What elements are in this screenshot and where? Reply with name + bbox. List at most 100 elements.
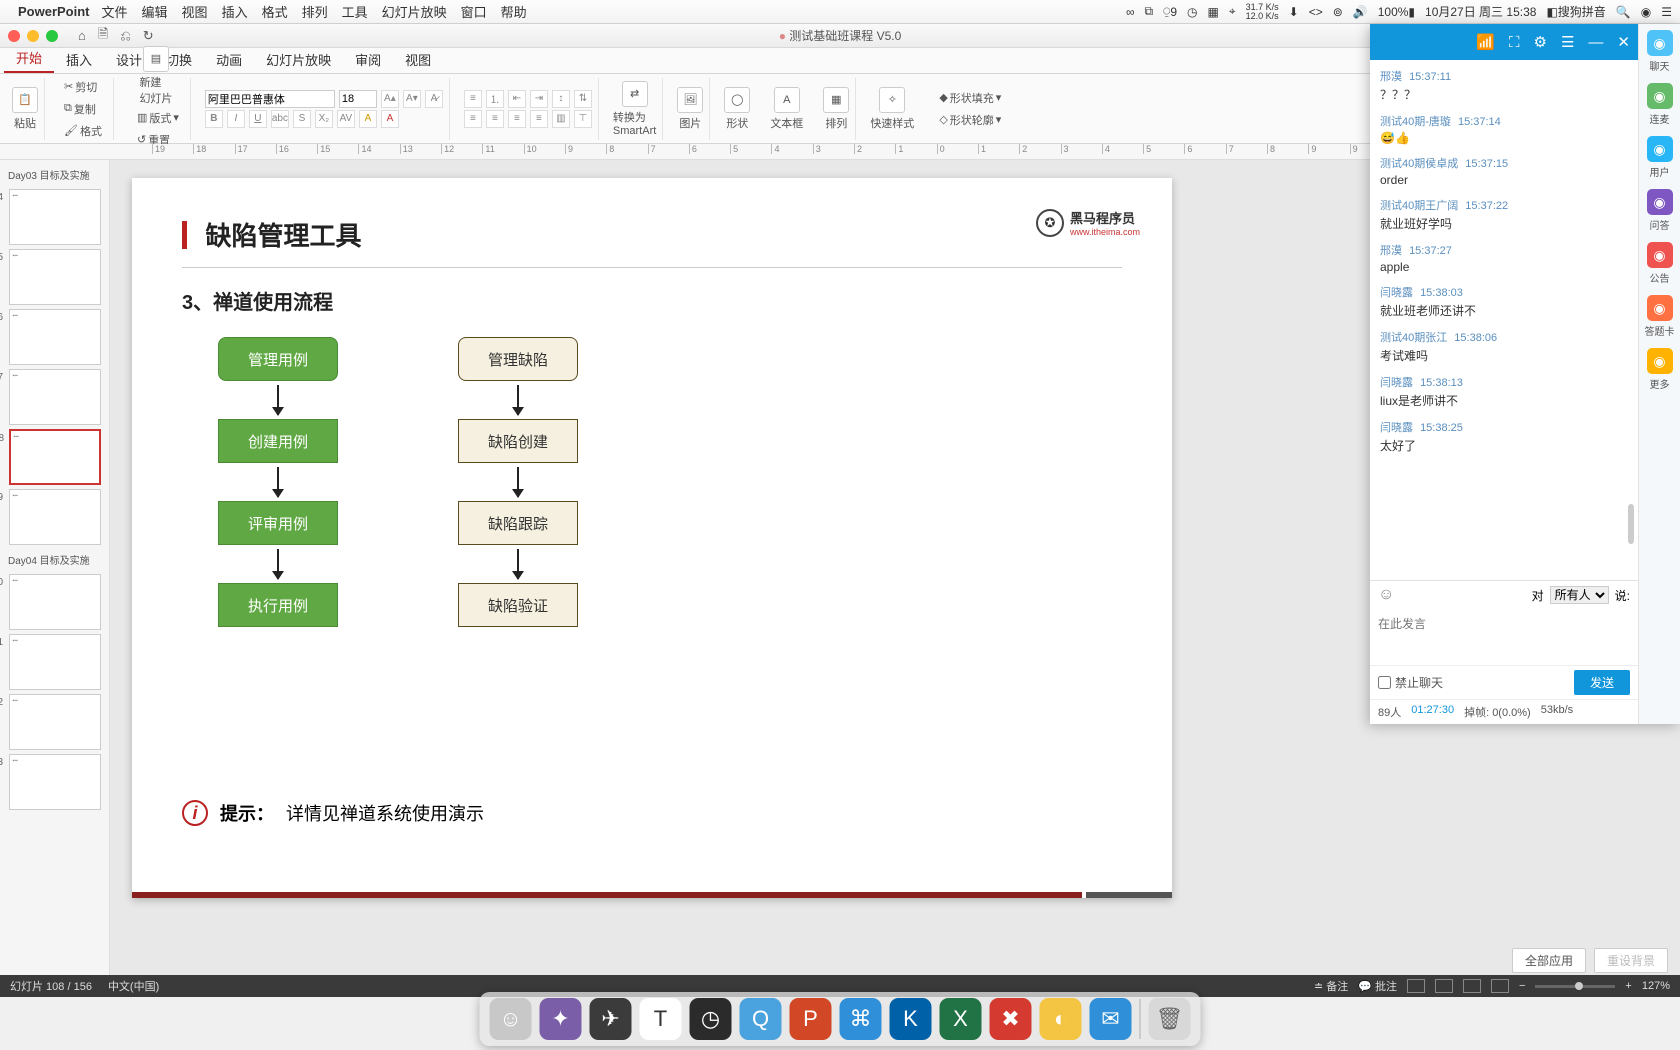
close-icon[interactable]: ✕ — [1617, 33, 1630, 51]
flow-left-1[interactable]: 创建用例 — [218, 419, 338, 463]
clock[interactable]: 10月27日 周三 15:38 — [1425, 3, 1536, 20]
increase-font-icon[interactable]: A▴ — [381, 90, 399, 108]
align-right-button[interactable]: ≡ — [508, 110, 526, 128]
control-center-icon[interactable]: ☰ — [1661, 5, 1672, 19]
qa-save-icon[interactable]: 🗎 — [98, 25, 108, 47]
picture-button[interactable]: 🖼图片 — [677, 87, 703, 131]
down-icon[interactable]: ⬇ — [1289, 5, 1299, 19]
infinity-icon[interactable]: ∞ — [1126, 5, 1135, 19]
quick-style-button[interactable]: ✧快速样式 — [870, 87, 914, 131]
textbox-button[interactable]: A文本框 — [770, 87, 803, 131]
flow-left-2[interactable]: 评审用例 — [218, 501, 338, 545]
spacing-button[interactable]: AV — [337, 110, 355, 128]
tab-home[interactable]: 开始 — [4, 44, 54, 73]
dock-app-4[interactable]: ◷ — [690, 998, 732, 1040]
underline-button[interactable]: U — [249, 110, 267, 128]
settings-icon[interactable]: ⚙ — [1534, 33, 1547, 51]
numbering-button[interactable]: ⒈ — [486, 90, 504, 108]
flow-left-0[interactable]: 管理用例 — [218, 337, 338, 381]
menu-view[interactable]: 视图 — [182, 2, 208, 21]
normal-view-icon[interactable] — [1407, 979, 1425, 993]
menu-window[interactable]: 窗口 — [461, 2, 487, 21]
qa-undo-icon[interactable]: ⎌ — [120, 28, 130, 44]
cut-button[interactable]: ✂ 剪切 — [59, 77, 107, 97]
dock-trash[interactable]: 🗑 — [1149, 998, 1191, 1040]
justify-button[interactable]: ≡ — [530, 110, 548, 128]
section-day03[interactable]: Day03 目标及实施 — [6, 164, 103, 185]
minimize-icon[interactable]: — — [1588, 34, 1603, 51]
zoom-value[interactable]: 127% — [1642, 980, 1670, 992]
chat-side-公告[interactable]: ◉公告 — [1647, 242, 1673, 285]
spotlight-icon[interactable]: 🔍 — [1616, 5, 1631, 19]
chat-input[interactable] — [1370, 609, 1638, 665]
volume-icon[interactable]: 🔊 — [1353, 5, 1368, 19]
font-select[interactable] — [205, 90, 335, 108]
section-day04[interactable]: Day04 目标及实施 — [6, 549, 103, 570]
highlight-button[interactable]: A — [359, 110, 377, 128]
slide-panel[interactable]: Day03 目标及实施 4▪▪▪5▪▪▪6▪▪▪7▪▪▪8▪▪▪9▪▪▪ Day… — [0, 160, 110, 975]
align-top-button[interactable]: ⊤ — [574, 110, 592, 128]
language-indicator[interactable]: 中文(中国) — [108, 978, 159, 994]
copy-button[interactable]: ⧉ 复制 — [59, 99, 107, 119]
dock-app-8[interactable]: K — [890, 998, 932, 1040]
outdent-button[interactable]: ⇤ — [508, 90, 526, 108]
signal-icon[interactable]: 📶 — [1476, 33, 1495, 51]
expand-icon[interactable]: ⛶ — [1509, 34, 1520, 51]
shape-fill-button[interactable]: ◆ 形状填充 ▾ — [934, 88, 1006, 108]
size-select[interactable] — [339, 90, 377, 108]
slide-thumb[interactable]: 0▪▪▪ — [9, 574, 101, 630]
chat-side-用户[interactable]: ◉用户 — [1647, 136, 1673, 179]
tab-view[interactable]: 视图 — [393, 46, 443, 73]
menu-file[interactable]: 文件 — [102, 2, 128, 21]
slide-thumb[interactable]: 4▪▪▪ — [9, 189, 101, 245]
slide-thumb[interactable]: 6▪▪▪ — [9, 309, 101, 365]
align-center-button[interactable]: ≡ — [486, 110, 504, 128]
menu-edit[interactable]: 编辑 — [142, 2, 168, 21]
q-icon[interactable]: ⍜ 9 — [1163, 4, 1177, 19]
flow-right-2[interactable]: 缺陷跟踪 — [458, 501, 578, 545]
chat-side-更多[interactable]: ◉更多 — [1647, 348, 1673, 391]
zoom-out-button[interactable]: − — [1519, 980, 1525, 992]
chat-side-问答[interactable]: ◉问答 — [1647, 189, 1673, 232]
emoji-icon[interactable]: ☺ — [1378, 586, 1394, 604]
send-button[interactable]: 发送 — [1574, 670, 1630, 695]
screen-icon[interactable]: ⧉ — [1145, 4, 1154, 19]
siri-icon[interactable]: ◉ — [1641, 5, 1651, 19]
menu-insert[interactable]: 插入 — [222, 2, 248, 21]
slideshow-view-icon[interactable] — [1491, 979, 1509, 993]
clear-format-icon[interactable]: A̷ — [425, 90, 443, 108]
compass-icon[interactable]: ⌖ — [1229, 4, 1236, 19]
subscript-button[interactable]: X₂ — [315, 110, 333, 128]
tab-review[interactable]: 审阅 — [343, 46, 393, 73]
italic-button[interactable]: I — [227, 110, 245, 128]
code-icon[interactable]: <> — [1309, 5, 1323, 19]
tab-slideshow[interactable]: 幻灯片放映 — [254, 46, 343, 73]
columns-button[interactable]: ▥ — [552, 110, 570, 128]
recipient-select[interactable]: 所有人 — [1550, 586, 1609, 604]
strike-button[interactable]: abc — [271, 110, 289, 128]
tab-animation[interactable]: 动画 — [204, 46, 254, 73]
dock-app-6[interactable]: P — [790, 998, 832, 1040]
dock-app-10[interactable]: ✖ — [990, 998, 1032, 1040]
notes-button[interactable]: ≐ 备注 — [1314, 978, 1348, 994]
format-painter-button[interactable]: 🖌 格式 — [59, 121, 107, 141]
chat-messages[interactable]: 邢漠 15:37:11？？？测试40期-唐璇 15:37:14😅👍测试40期侯卓… — [1370, 60, 1638, 580]
dock-app-0[interactable]: ☺ — [490, 998, 532, 1040]
arrange-button[interactable]: ▦排列 — [823, 87, 849, 131]
font-color-button[interactable]: A — [381, 110, 399, 128]
dock-app-5[interactable]: Q — [740, 998, 782, 1040]
flow-right-1[interactable]: 缺陷创建 — [458, 419, 578, 463]
reading-view-icon[interactable] — [1463, 979, 1481, 993]
decrease-font-icon[interactable]: A▾ — [403, 90, 421, 108]
shadow-button[interactable]: S — [293, 110, 311, 128]
menu-format[interactable]: 格式 — [262, 2, 288, 21]
app-name[interactable]: PowerPoint — [18, 4, 90, 19]
mute-checkbox[interactable]: 禁止聊天 — [1378, 674, 1443, 691]
line-spacing-button[interactable]: ↕ — [552, 90, 570, 108]
dock-app-1[interactable]: ✦ — [540, 998, 582, 1040]
indent-button[interactable]: ⇥ — [530, 90, 548, 108]
paste-button[interactable]: 📋 粘贴 — [12, 87, 38, 131]
slide-thumb[interactable]: 7▪▪▪ — [9, 369, 101, 425]
reset-bg-button[interactable]: 重设背景 — [1594, 948, 1668, 973]
slide[interactable]: 缺陷管理工具 ✪ 黑马程序员www.itheima.com 3、禅道使用流程 管… — [132, 178, 1172, 898]
